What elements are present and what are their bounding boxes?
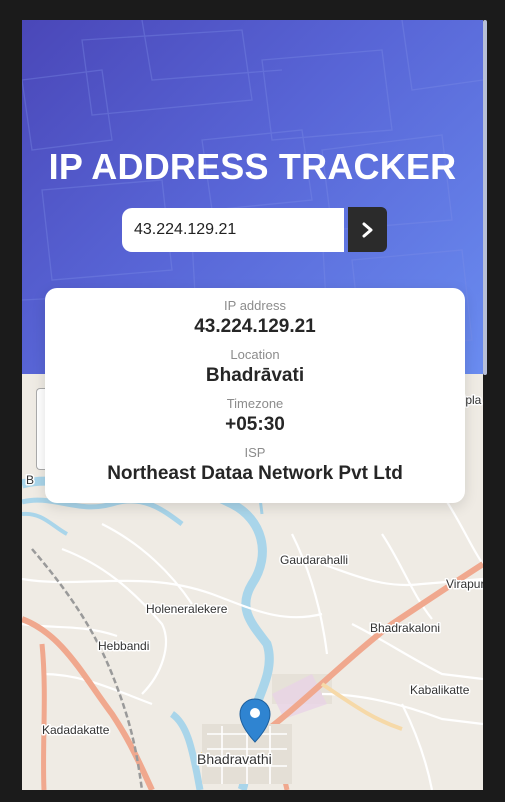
place-hebbandi: Hebbandi xyxy=(98,639,149,653)
place-bhadravati: Bhadravathi xyxy=(197,751,272,767)
isp-value: Northeast Dataa Network Pvt Ltd xyxy=(107,463,403,484)
ip-search-input[interactable] xyxy=(122,208,344,252)
timezone-label: Timezone xyxy=(226,396,284,411)
place-holeneralekere: Holeneralekere xyxy=(146,602,228,616)
chevron-right-icon xyxy=(362,222,372,237)
scrollbar[interactable] xyxy=(483,20,487,375)
place-gaudarahalli: Gaudarahalli xyxy=(280,553,348,567)
place-left-fragment: B xyxy=(26,473,34,487)
location-label: Location xyxy=(230,347,280,362)
ip-value: 43.224.129.21 xyxy=(194,316,316,337)
timezone-value: +05:30 xyxy=(225,414,285,435)
submit-button[interactable] xyxy=(348,207,387,252)
place-kabalikatte: Kabalikatte xyxy=(410,683,470,697)
place-bhadrakaloni: Bhadrakaloni xyxy=(370,621,440,635)
place-kadadakatte: Kadadakatte xyxy=(42,723,110,737)
zoom-control[interactable] xyxy=(36,388,45,470)
location-value: Bhadrāvati xyxy=(205,365,305,386)
app-frame: Gaudarahalli Holeneralekere Hebbandi Bha… xyxy=(22,20,483,790)
isp-label: ISP xyxy=(244,445,266,460)
ip-label: IP address xyxy=(224,298,286,313)
info-card: IP address 43.224.129.21 Location Bhadrā… xyxy=(45,288,465,503)
place-virapura: Virapur xyxy=(446,577,483,591)
page-title: IP ADDRESS TRACKER xyxy=(48,146,457,187)
